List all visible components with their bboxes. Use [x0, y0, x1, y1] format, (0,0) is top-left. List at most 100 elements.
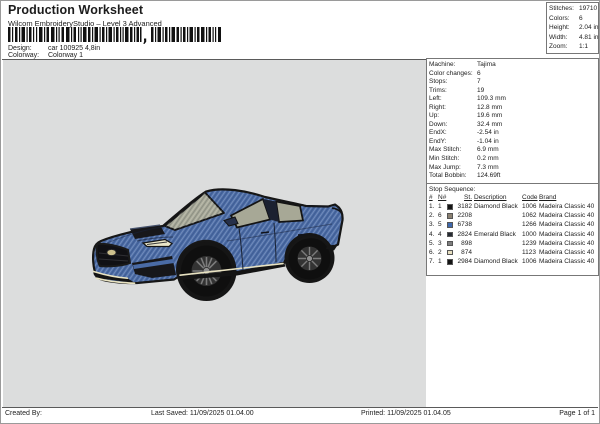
stat-label: Zoom:	[549, 43, 579, 50]
footer-divider	[2, 407, 598, 408]
machine-value: 19	[477, 87, 484, 94]
machine-label: Max Stitch:	[429, 146, 477, 153]
stop-sequence-row: 5.38981239Madeira Classic 40	[429, 240, 598, 249]
machine-row: Trims:19	[429, 87, 598, 96]
row-num: 1.	[429, 203, 438, 210]
stop-sequence-row: 3.567381266Madeira Classic 40	[429, 221, 598, 230]
machine-label: Trims:	[429, 87, 477, 94]
thread-color-swatch	[447, 204, 453, 210]
stitch-count: 2208	[457, 212, 474, 219]
row-num: 5.	[429, 240, 438, 247]
stat-row: Width:4.81 in	[549, 34, 598, 44]
thread-code: 1239	[522, 240, 539, 247]
machine-value: 19.6 mm	[477, 112, 502, 119]
stat-value: 6	[579, 15, 583, 22]
col-header-num: #	[429, 194, 438, 201]
thread-color-swatch	[447, 259, 453, 265]
thread-brand: Madeira Classic 40	[539, 231, 598, 238]
machine-value: 6	[477, 70, 481, 77]
stat-label: Stitches:	[549, 5, 579, 12]
thread-brand: Madeira Classic 40	[539, 258, 598, 265]
machine-value: 6.9 mm	[477, 146, 499, 153]
stat-value: 2.04 in	[579, 24, 599, 31]
machine-info-panel: Machine:Tajima Color changes:6 Stops:7 T…	[426, 58, 599, 276]
row-num: 3.	[429, 221, 438, 228]
machine-row: Right:12.8 mm	[429, 104, 598, 113]
machine-row: Machine:Tajima	[429, 61, 598, 70]
machine-label: Left:	[429, 95, 477, 102]
stat-value: 4.81 in	[579, 34, 599, 41]
machine-value: 7	[477, 78, 481, 85]
stat-label: Width:	[549, 34, 579, 41]
footer-printed: Printed: 11/09/2025 01.04.05	[361, 410, 451, 417]
col-header-stitches: St.	[457, 194, 474, 201]
machine-value: 32.4 mm	[477, 121, 502, 128]
design-name-row: Design:car 100925 4,8in	[8, 45, 100, 52]
barcode-icon	[8, 27, 224, 44]
thread-brand: Madeira Classic 40	[539, 249, 598, 256]
footer-page-number: Page 1 of 1	[559, 410, 595, 417]
thread-code: 1123	[522, 249, 539, 256]
col-header-code: Code	[522, 194, 539, 201]
thread-description: Diamond Black	[474, 258, 522, 265]
stat-value: 19710	[579, 5, 597, 12]
design-label: Design:	[8, 45, 48, 52]
machine-label: Total Bobbin:	[429, 172, 477, 179]
thread-color-swatch	[447, 250, 453, 256]
row-num: 7.	[429, 258, 438, 265]
machine-label: Right:	[429, 104, 477, 111]
stitch-count: 898	[457, 240, 474, 247]
thread-code: 1266	[522, 221, 539, 228]
thread-brand: Madeira Classic 40	[539, 203, 598, 210]
production-worksheet-page: Production Worksheet Wilcom EmbroiderySt…	[0, 0, 600, 424]
machine-value: 124.69ft	[477, 172, 501, 179]
machine-label: Up:	[429, 112, 477, 119]
machine-row: Left:109.3 mm	[429, 95, 598, 104]
stitch-count: 2984	[457, 258, 474, 265]
stat-row: Stitches:19710	[549, 5, 598, 15]
stop-sequence-header: # N# St. Description Code Brand	[429, 194, 598, 203]
needle-num: 1	[438, 258, 447, 265]
machine-row: Up:19.6 mm	[429, 112, 598, 121]
stitch-count: 3182	[457, 203, 474, 210]
stitch-count: 874	[457, 249, 474, 256]
thread-brand: Madeira Classic 40	[539, 212, 598, 219]
machine-row: Max Jump:7.3 mm	[429, 164, 598, 173]
stop-sequence-panel: Stop Sequence: # N# St. Description Code…	[427, 183, 598, 275]
machine-row: Color changes:6	[429, 70, 598, 79]
design-value: car 100925 4,8in	[48, 45, 100, 52]
stat-value: 1:1	[579, 43, 588, 50]
thread-color-swatch	[447, 232, 453, 238]
stitch-count: 2824	[457, 231, 474, 238]
thread-color-swatch	[447, 213, 453, 219]
thread-code: 1006	[522, 203, 539, 210]
grille-badge	[107, 249, 116, 255]
machine-value: -2.54 in	[477, 129, 499, 136]
stat-row: Height:2.04 in	[549, 24, 598, 34]
machine-row: EndY:-1.04 in	[429, 138, 598, 147]
thread-code: 1000	[522, 231, 539, 238]
stop-sequence-row: 7.12984Diamond Black1006Madeira Classic …	[429, 258, 598, 267]
machine-details: Machine:Tajima Color changes:6 Stops:7 T…	[427, 59, 598, 183]
machine-value: 12.8 mm	[477, 104, 502, 111]
needle-num: 4	[438, 231, 447, 238]
stop-sequence-row: 4.42824Emerald Black1000Madeira Classic …	[429, 231, 598, 240]
machine-value: 0.2 mm	[477, 155, 499, 162]
machine-value: 109.3 mm	[477, 95, 506, 102]
thread-brand: Madeira Classic 40	[539, 240, 598, 247]
machine-label: EndX:	[429, 129, 477, 136]
machine-row: Stops:7	[429, 78, 598, 87]
needle-num: 5	[438, 221, 447, 228]
row-num: 2.	[429, 212, 438, 219]
stop-sequence-title: Stop Sequence:	[429, 186, 598, 195]
machine-row: Total Bobbin:124.69ft	[429, 172, 598, 181]
row-num: 6.	[429, 249, 438, 256]
needle-num: 1	[438, 203, 447, 210]
thread-code: 1062	[522, 212, 539, 219]
machine-row: EndX:-2.54 in	[429, 129, 598, 138]
needle-num: 2	[438, 249, 447, 256]
machine-value: 7.3 mm	[477, 164, 499, 171]
machine-label: EndY:	[429, 138, 477, 145]
thread-description: Diamond Black	[474, 203, 522, 210]
thread-description: Emerald Black	[474, 231, 522, 238]
